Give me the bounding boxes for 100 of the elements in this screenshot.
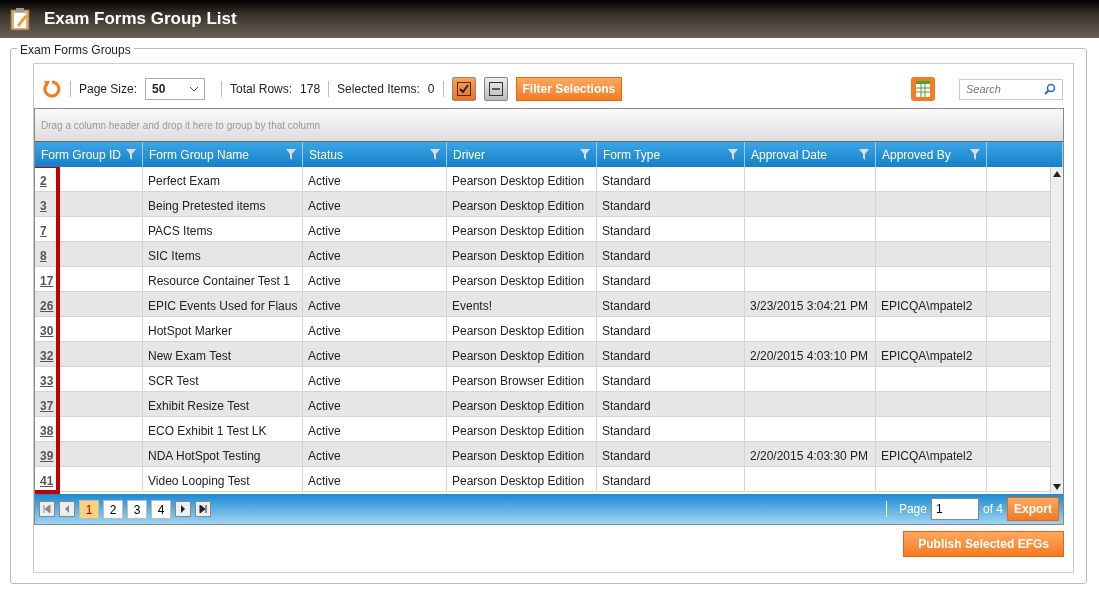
page-button[interactable]: 3 [127, 499, 147, 519]
refresh-icon[interactable] [42, 79, 62, 99]
scroll-down-icon[interactable] [1053, 484, 1061, 490]
table-cell: Active [308, 474, 341, 488]
id-link[interactable]: 17 [40, 274, 54, 288]
id-link[interactable]: 3 [40, 199, 47, 213]
filter-icon[interactable] [580, 149, 590, 160]
previous-page-icon [63, 505, 71, 513]
table-cell: Pearson Desktop Edition [452, 349, 585, 363]
table-cell: Pearson Desktop Edition [452, 174, 585, 188]
table-cell: Active [308, 174, 341, 188]
page-count: of 4 [982, 501, 1003, 518]
table-cell: EPIC Events Used for Flaus [148, 299, 298, 313]
id-link[interactable]: 37 [40, 399, 54, 413]
id-link[interactable]: 2 [40, 174, 47, 188]
table-cell: Active [308, 424, 341, 438]
table-cell: Standard [602, 249, 651, 263]
id-link[interactable]: 41 [40, 474, 54, 488]
search-field[interactable]: Search [959, 78, 1063, 100]
table-cell: Standard [602, 199, 651, 213]
table-cell: Standard [602, 374, 651, 388]
table-cell: Pearson Desktop Edition [452, 474, 585, 488]
group-panel-hint: Drag a column header and drop it here to group by that column [35, 109, 1063, 141]
first-page-icon [43, 505, 51, 513]
id-link[interactable]: 38 [40, 424, 54, 438]
id-link[interactable]: 8 [40, 249, 47, 263]
next-page-button[interactable] [175, 501, 191, 517]
table-cell: Active [308, 199, 341, 213]
table-cell: Resource Container Test 1 [148, 274, 290, 288]
previous-page-button[interactable] [59, 501, 75, 517]
column-header[interactable]: Form Group ID [41, 145, 121, 164]
table-cell: NDA HotSpot Testing [148, 449, 261, 463]
table-cell: Active [308, 449, 341, 463]
search-icon [1044, 83, 1056, 95]
filter-icon[interactable] [286, 149, 296, 160]
table-cell: Pearson Desktop Edition [452, 399, 585, 413]
table-cell: Standard [602, 449, 651, 463]
id-link[interactable]: 39 [40, 449, 54, 463]
table-cell: Standard [602, 174, 651, 188]
selected-items-value: 0 [427, 81, 435, 98]
table-cell: Active [308, 299, 341, 313]
filter-icon[interactable] [859, 149, 869, 160]
filter-icon[interactable] [970, 149, 980, 160]
total-rows-value: 178 [300, 81, 321, 98]
table-cell: Being Pretested items [148, 199, 266, 213]
table-cell: New Exam Test [148, 349, 232, 363]
column-header[interactable]: Driver [453, 145, 485, 164]
column-header[interactable]: Approval Date [751, 145, 828, 164]
scroll-up-icon[interactable] [1053, 171, 1061, 177]
table-cell: Perfect Exam [148, 174, 221, 188]
table-cell: Events! [452, 299, 493, 313]
table-cell: 3/23/2015 3:04:21 PM [750, 299, 869, 313]
id-link[interactable]: 30 [40, 324, 54, 338]
clipboard-icon [10, 7, 30, 31]
page-button[interactable]: 2 [103, 499, 123, 519]
page-input[interactable]: 1 [930, 498, 979, 520]
column-header[interactable]: Status [309, 145, 344, 164]
table-cell: Pearson Desktop Edition [452, 249, 585, 263]
filter-icon[interactable] [430, 149, 440, 160]
table-cell: Pearson Desktop Edition [452, 274, 585, 288]
selected-items-label: Selected Items: [337, 81, 420, 98]
spreadsheet-icon[interactable] [911, 77, 935, 101]
table-cell: Exhibit Resize Test [148, 399, 250, 413]
id-link[interactable]: 7 [40, 224, 47, 238]
last-page-button[interactable] [195, 501, 211, 517]
page-size-dropdown[interactable]: 50 [145, 78, 206, 100]
caret-icon [190, 86, 199, 92]
column-header[interactable]: Approved By [882, 145, 951, 164]
table-cell: Pearson Desktop Edition [452, 424, 585, 438]
table-cell: ECO Exhibit 1 Test LK [148, 424, 267, 438]
table-cell: Active [308, 224, 341, 238]
table-cell: Standard [602, 474, 651, 488]
column-header[interactable]: Form Group Name [149, 145, 250, 164]
next-page-icon [179, 505, 187, 513]
minus-box-icon [488, 82, 503, 96]
page-button[interactable]: 1 [79, 499, 99, 519]
table-cell: PACS Items [148, 224, 213, 238]
table-cell: Pearson Desktop Edition [452, 449, 585, 463]
page-button[interactable]: 4 [151, 499, 171, 519]
column-header[interactable]: Form Type [603, 145, 661, 164]
deselect-all-button[interactable] [483, 77, 508, 101]
first-page-button[interactable] [39, 501, 55, 517]
table-cell: Active [308, 349, 341, 363]
table-cell: Pearson Desktop Edition [452, 199, 585, 213]
id-link[interactable]: 32 [40, 349, 54, 363]
filter-icon[interactable] [728, 149, 738, 160]
table-cell: Standard [602, 224, 651, 238]
page-label: Page [898, 501, 927, 518]
window-title: Exam Forms Group List [44, 8, 237, 30]
table-cell: Standard [602, 274, 651, 288]
table-cell: Active [308, 399, 341, 413]
id-link[interactable]: 26 [40, 299, 54, 313]
filter-icon[interactable] [126, 149, 136, 160]
select-all-button[interactable] [451, 77, 476, 101]
table-cell: EPICQA\mpatel2 [881, 449, 973, 463]
scrollbar[interactable] [1050, 167, 1063, 494]
table-cell: Standard [602, 399, 651, 413]
id-link[interactable]: 33 [40, 374, 54, 388]
table-cell: 2/20/2015 4:03:10 PM [750, 349, 869, 363]
page-size-label: Page Size: [79, 81, 138, 98]
